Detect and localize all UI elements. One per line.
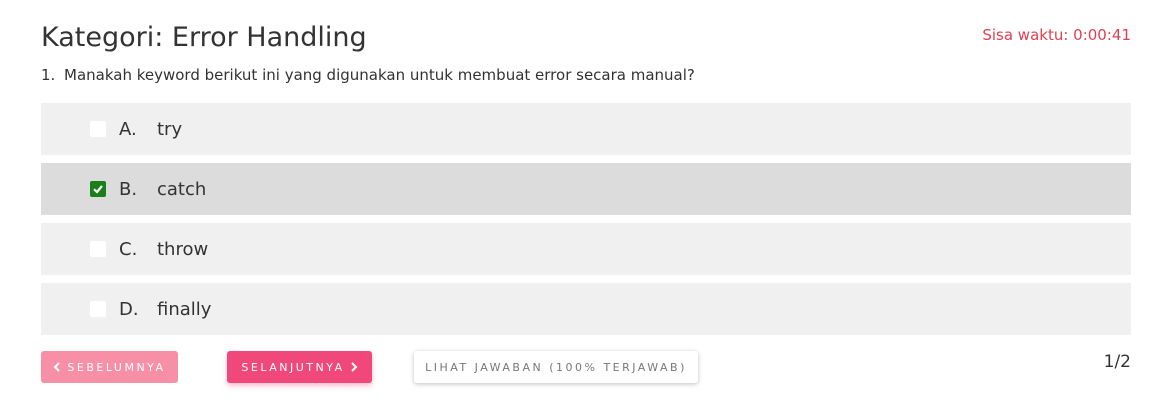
timer-text: Sisa waktu: 0:00:41 bbox=[982, 26, 1131, 44]
option-b-checkbox[interactable] bbox=[90, 181, 106, 197]
option-d[interactable]: D. finally bbox=[41, 283, 1131, 335]
option-text: catch bbox=[157, 178, 207, 200]
next-button-label: SELANJUTNYA bbox=[241, 360, 345, 374]
answer-options: A. try B. catch C. throw D. finally bbox=[41, 103, 1131, 343]
option-c[interactable]: C. throw bbox=[41, 223, 1131, 275]
question-number: 1. bbox=[41, 66, 56, 84]
chevron-right-icon bbox=[350, 362, 358, 372]
option-c-checkbox[interactable] bbox=[90, 241, 106, 257]
question-text: Manakah keyword berikut ini yang digunak… bbox=[64, 66, 695, 84]
option-b[interactable]: B. catch bbox=[41, 163, 1131, 215]
check-icon bbox=[93, 185, 103, 194]
next-button[interactable]: SELANJUTNYA bbox=[227, 351, 372, 383]
option-text: finally bbox=[157, 298, 212, 320]
option-d-checkbox[interactable] bbox=[90, 301, 106, 317]
option-a-checkbox[interactable] bbox=[90, 121, 106, 137]
question: 1. Manakah keyword berikut ini yang digun… bbox=[41, 66, 695, 84]
page-title: Kategori: Error Handling bbox=[41, 22, 367, 53]
option-text: throw bbox=[157, 238, 209, 260]
chevron-left-icon bbox=[53, 362, 61, 372]
previous-button-label: SEBELUMNYA bbox=[67, 360, 166, 374]
page-indicator: 1/2 bbox=[1103, 352, 1131, 372]
quiz-page: Kategori: Error Handling Sisa waktu: 0:0… bbox=[0, 0, 1172, 410]
view-answers-button[interactable]: LIHAT JAWABAN (100% TERJAWAB) bbox=[414, 351, 698, 383]
option-letter: A. bbox=[119, 118, 137, 140]
option-letter: B. bbox=[119, 178, 138, 200]
option-letter: C. bbox=[119, 238, 138, 260]
option-text: try bbox=[157, 118, 183, 140]
previous-button[interactable]: SEBELUMNYA bbox=[41, 351, 178, 383]
option-a[interactable]: A. try bbox=[41, 103, 1131, 155]
option-letter: D. bbox=[119, 298, 139, 320]
view-answers-label: LIHAT JAWABAN (100% TERJAWAB) bbox=[425, 360, 687, 374]
